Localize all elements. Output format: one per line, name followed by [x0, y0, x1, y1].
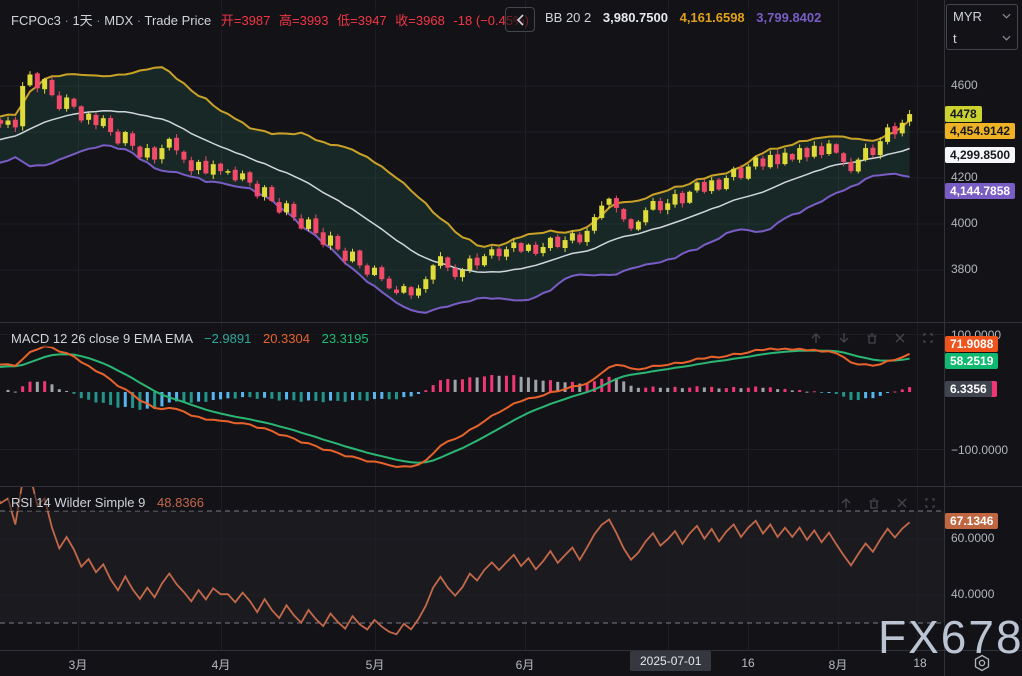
currency-panel: MYR t: [946, 4, 1018, 50]
arrow-up-icon[interactable]: [808, 330, 824, 346]
bb-legend[interactable]: BB 20 2 3,980.7500 4,161.6598 3,799.8402: [542, 9, 824, 26]
macd-axis-badge: 58.2519: [945, 353, 998, 369]
settings-icon[interactable]: [972, 653, 992, 676]
trading-chart-window: FCPOc3 · 1天 · MDX · Trade Price 开=3987 高…: [0, 0, 1022, 676]
macd-legend[interactable]: MACD 12 26 close 9 EMA EMA −2.9891 20.33…: [8, 330, 372, 347]
unit-value: t: [953, 31, 957, 46]
back-button[interactable]: [505, 7, 535, 32]
currency-value: MYR: [953, 9, 982, 24]
price-tick-label: 4000: [951, 216, 978, 230]
rsi-legend[interactable]: RSI 14 Wilder Simple 9 48.8366: [8, 494, 207, 511]
time-axis-label: 6月: [516, 656, 535, 673]
time-axis-label: 5月: [366, 656, 385, 673]
symbol-legend[interactable]: FCPOc3 · 1天 · MDX · Trade Price 开=3987 高…: [8, 9, 532, 30]
symbol-exchange: MDX: [104, 13, 133, 28]
bb-basis-value: 3,980.7500: [603, 10, 668, 25]
legend-separator: ·: [96, 13, 100, 28]
rsi-axis-badge: 67.1346: [945, 513, 998, 529]
close-icon[interactable]: [892, 330, 908, 346]
symbol-interval: 1天: [72, 13, 92, 28]
rsi-title: RSI 14 Wilder Simple 9: [11, 495, 145, 510]
price-tick-label: 4600: [951, 78, 978, 92]
trash-icon[interactable]: [864, 330, 880, 346]
rsi-tick-label: 40.0000: [951, 587, 994, 601]
macd-title: MACD 12 26 close 9 EMA EMA: [11, 331, 192, 346]
macd-signal-value: 23.3195: [322, 331, 369, 346]
legend-separator: ·: [137, 13, 141, 28]
macd-axis-badge: 6.3356: [945, 381, 992, 397]
trash-icon[interactable]: [866, 495, 882, 511]
crosshair-date-badge: 2025-07-01: [630, 651, 711, 671]
time-axis-label: 18: [913, 656, 926, 670]
arrow-up-icon[interactable]: [838, 495, 854, 511]
time-axis-label: 4月: [212, 656, 231, 673]
price-tick-label: 4200: [951, 170, 978, 184]
ohlc-open: 开=3987: [221, 13, 271, 28]
price-axis-badge: 4478: [945, 106, 982, 122]
macd-hist-value: −2.9891: [204, 331, 251, 346]
maximize-icon[interactable]: [922, 495, 938, 511]
bb-upper-value: 4,161.6598: [680, 10, 745, 25]
chevron-down-icon: [1002, 35, 1011, 41]
chevron-down-icon: [1002, 13, 1011, 19]
macd-axis-badge: 71.9088: [945, 336, 998, 352]
time-axis-label: 16: [741, 656, 754, 670]
time-axis-label: 3月: [69, 656, 88, 673]
pane-controls-rsi: [838, 495, 938, 511]
price-axis-badge: 4,299.8500: [945, 147, 1015, 163]
currency-selector[interactable]: MYR: [947, 5, 1017, 27]
ohlc-close: 收=3968: [395, 13, 445, 28]
chevron-left-icon: [515, 13, 525, 27]
time-axis[interactable]: 3月 4月 5月 6月 16 8月 18 2025-07-01: [0, 650, 1022, 676]
pane-controls-macd: [808, 330, 936, 346]
bb-title: BB 20 2: [545, 10, 591, 25]
price-tick-label: 3800: [951, 262, 978, 276]
close-icon[interactable]: [894, 495, 910, 511]
macd-tick-label: −100.0000: [951, 443, 1008, 457]
macd-line-value: 20.3304: [263, 331, 310, 346]
rsi-value: 48.8366: [157, 495, 204, 510]
symbol-name: FCPOc3: [11, 13, 61, 28]
time-axis-label: 8月: [829, 656, 848, 673]
price-axis-badge: 4,454.9142: [945, 123, 1015, 139]
bb-lower-value: 3,799.8402: [756, 10, 821, 25]
arrow-down-icon[interactable]: [836, 330, 852, 346]
maximize-icon[interactable]: [920, 330, 936, 346]
unit-selector[interactable]: t: [947, 27, 1017, 49]
price-axis-badge: 4,144.7858: [945, 183, 1015, 199]
legend-separator: ·: [64, 13, 68, 28]
price-axis[interactable]: 4600 4200 4000 3800 44784,454.9142 4,299.8500…: [944, 0, 1022, 650]
ohlc-low: 低=3947: [337, 13, 387, 28]
rsi-tick-label: 60.0000: [951, 531, 994, 545]
ohlc-high: 高=3993: [279, 13, 329, 28]
symbol-price-type: Trade Price: [145, 13, 212, 28]
